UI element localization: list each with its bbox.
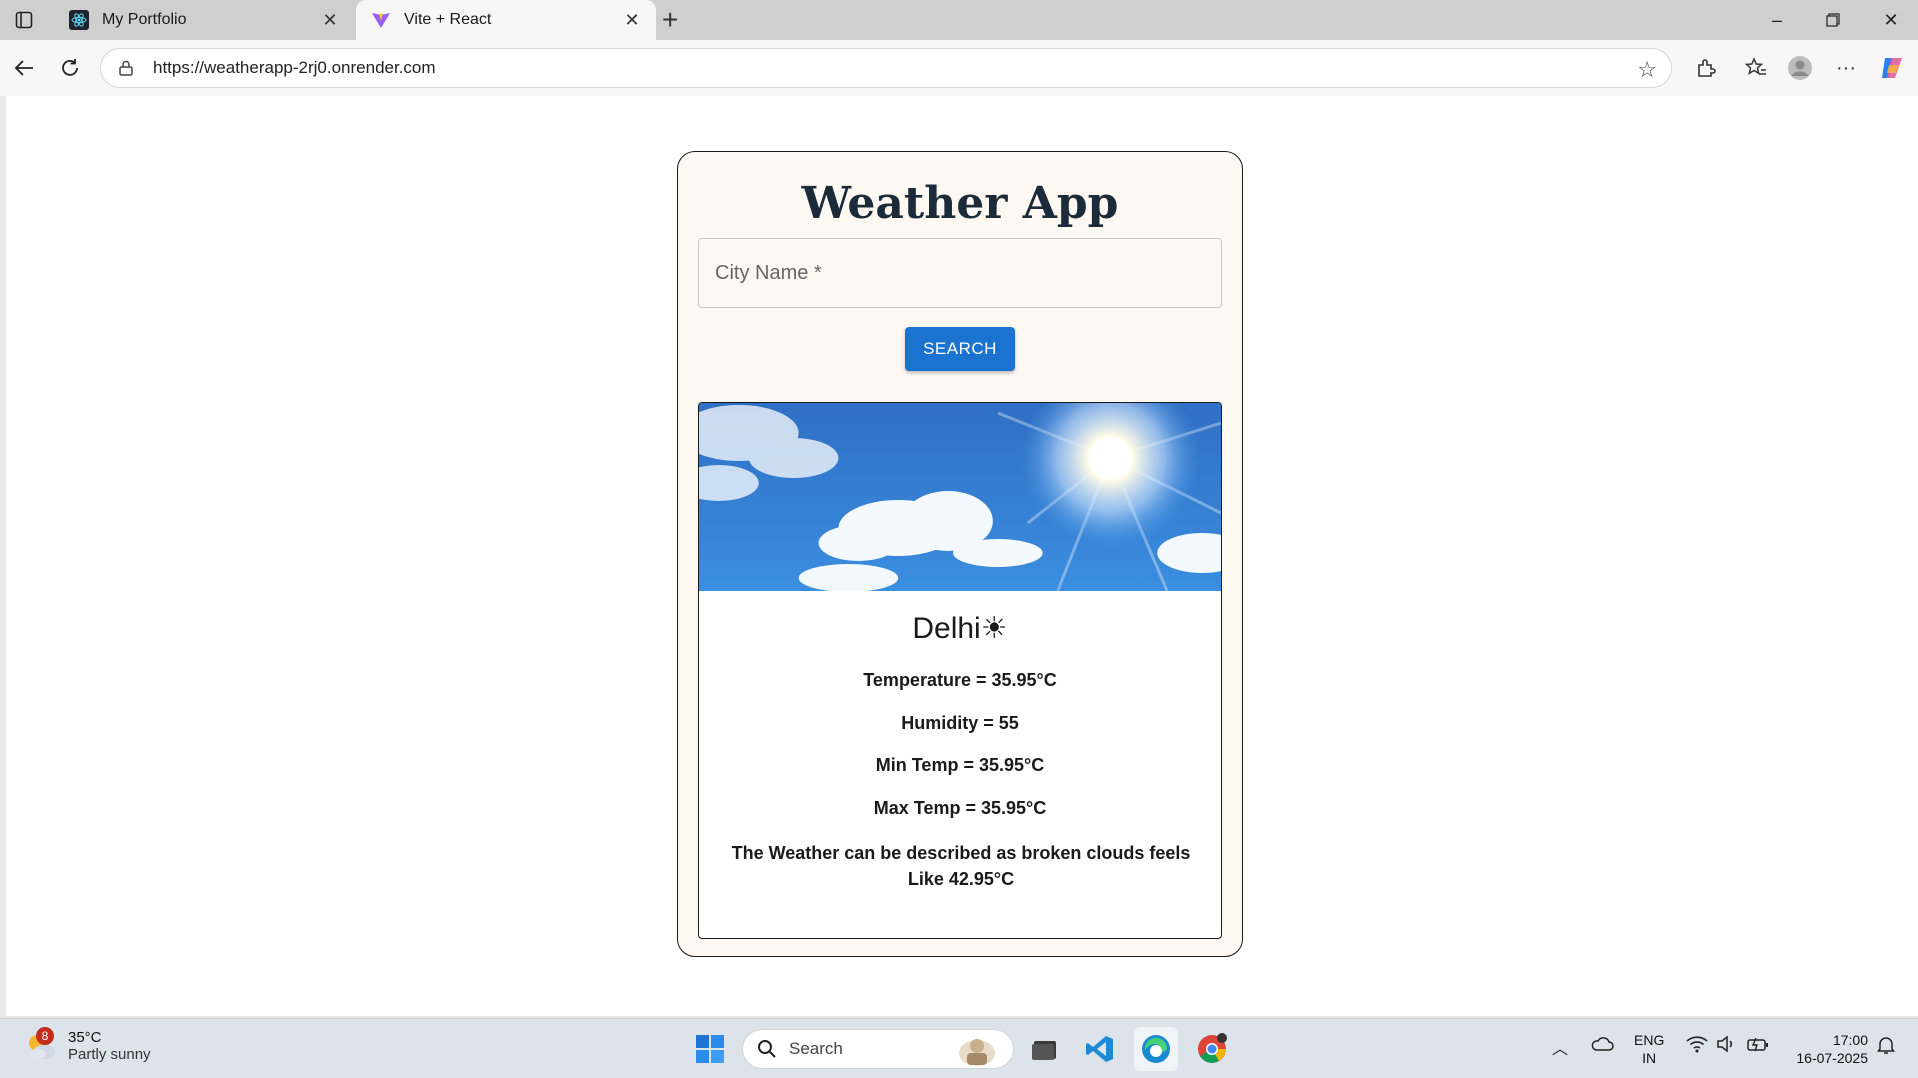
taskbar-search-label: Search <box>789 1039 843 1058</box>
search-icon <box>758 1040 776 1058</box>
temperature-text: Temperature = 35.95°C <box>863 670 1057 690</box>
notifications-icon[interactable] <box>1876 1035 1896 1060</box>
favorite-star-icon[interactable]: ☆ <box>1637 57 1657 83</box>
minimize-icon[interactable]: – <box>1762 8 1792 32</box>
copilot-icon[interactable] <box>1878 54 1906 82</box>
weather-description: The Weather can be described as broken c… <box>731 843 1191 889</box>
search-highlight-icon <box>959 1039 995 1066</box>
tab-strip: My Portfolio ✕ Vite + React ✕ + – ✕ <box>0 0 1918 40</box>
taskbar: 8 35°C Partly sunny Search ︿ ENG IN 17:0… <box>0 1018 1918 1078</box>
tab-my-portfolio[interactable]: My Portfolio ✕ <box>54 0 354 40</box>
taskbar-weather-widget[interactable]: 8 35°C Partly sunny <box>24 1027 151 1063</box>
min-temp-text: Min Temp = 35.95°C <box>875 755 1045 775</box>
weather-card: Weather App City Name * SEARCH Delhi☀ Te… <box>677 151 1243 957</box>
weather-alert-badge: 8 <box>36 1027 54 1045</box>
react-icon <box>68 9 90 31</box>
file-explorer-icon[interactable] <box>1022 1027 1066 1071</box>
search-button[interactable]: SEARCH <box>905 327 1015 371</box>
page-viewport: Weather App City Name * SEARCH Delhi☀ Te… <box>6 96 1918 1016</box>
tab-actions-icon[interactable] <box>10 8 38 32</box>
tab-title: My Portfolio <box>102 11 187 28</box>
clock[interactable]: 17:00 16-07-2025 <box>1786 1031 1868 1067</box>
chrome-icon[interactable] <box>1190 1027 1234 1071</box>
back-icon[interactable] <box>10 54 38 82</box>
battery-icon[interactable] <box>1746 1035 1770 1058</box>
browser-toolbar: https://weatherapp-2rj0.onrender.com ☆ ·… <box>0 40 1918 96</box>
tab-vite-react[interactable]: Vite + React ✕ <box>356 0 656 40</box>
taskbar-search[interactable]: Search <box>742 1029 1014 1069</box>
close-window-icon[interactable]: ✕ <box>1876 8 1906 32</box>
city-name-placeholder: City Name * <box>715 261 822 284</box>
max-temp-text: Max Temp = 35.95°C <box>873 798 1047 818</box>
language-line-2: IN <box>1642 1050 1657 1066</box>
language-indicator[interactable]: ENG IN <box>1634 1031 1664 1067</box>
city-name: Delhi <box>912 612 981 645</box>
city-name-input[interactable]: City Name * <box>698 238 1222 308</box>
clock-date: 16-07-2025 <box>1796 1050 1868 1066</box>
address-bar[interactable]: https://weatherapp-2rj0.onrender.com ☆ <box>100 48 1672 88</box>
profile-avatar-icon[interactable] <box>1786 54 1814 82</box>
wifi-icon[interactable] <box>1686 1035 1708 1058</box>
close-tab-icon[interactable]: ✕ <box>320 10 340 31</box>
extensions-icon[interactable] <box>1692 54 1720 82</box>
vite-icon <box>370 9 392 31</box>
new-tab-icon[interactable]: + <box>662 6 678 34</box>
sunny-sky-image <box>699 403 1221 591</box>
more-options-icon[interactable]: ··· <box>1832 54 1860 82</box>
restore-icon[interactable] <box>1818 8 1848 32</box>
start-icon[interactable] <box>688 1027 732 1071</box>
volume-icon[interactable] <box>1716 1035 1738 1058</box>
site-info-icon[interactable] <box>117 57 139 79</box>
weather-desc: Partly sunny <box>68 1046 151 1063</box>
city-title: Delhi☀ <box>699 611 1221 646</box>
language-line-1: ENG <box>1634 1032 1665 1048</box>
vscode-icon[interactable] <box>1078 1027 1122 1071</box>
weather-temp: 35°C <box>68 1029 102 1046</box>
partly-sunny-icon: 8 <box>24 1027 58 1063</box>
clock-time: 17:00 <box>1832 1032 1868 1048</box>
refresh-icon[interactable] <box>56 54 84 82</box>
weather-result-card: Delhi☀ Temperature = 35.95°C Humidity = … <box>698 402 1222 939</box>
sun-icon: ☀ <box>980 612 1008 645</box>
tab-title: Vite + React <box>404 11 492 28</box>
favorites-icon[interactable] <box>1742 54 1770 82</box>
onedrive-icon[interactable] <box>1590 1035 1614 1058</box>
edge-icon[interactable] <box>1134 1027 1178 1071</box>
close-tab-icon[interactable]: ✕ <box>622 10 642 31</box>
page-title: Weather App <box>801 178 1119 229</box>
url-text[interactable]: https://weatherapp-2rj0.onrender.com <box>153 58 436 78</box>
show-hidden-icons[interactable]: ︿ <box>1552 1035 1568 1059</box>
humidity-text: Humidity = 55 <box>901 713 1019 733</box>
